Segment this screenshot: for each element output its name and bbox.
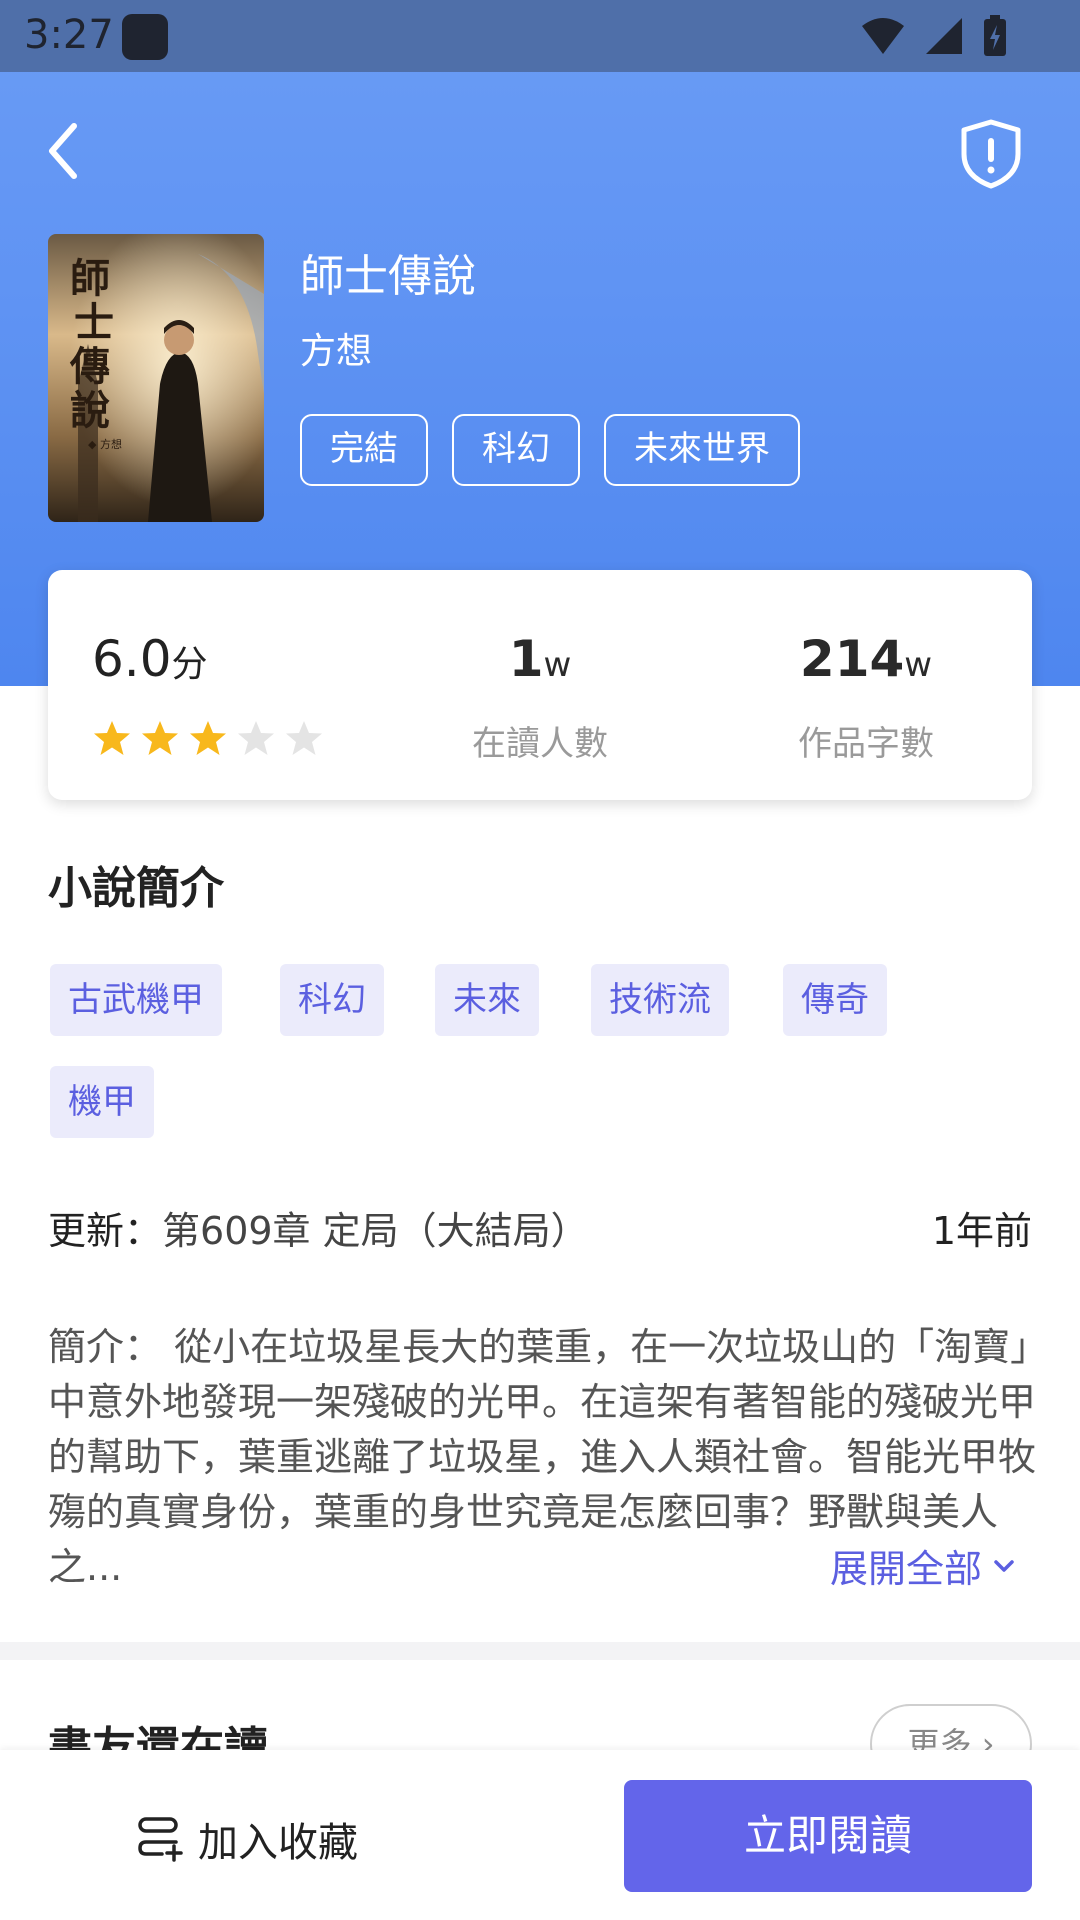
- chevron-left-icon: [49, 123, 77, 179]
- update-label: 更新：: [48, 1209, 163, 1253]
- cover-author: ◆ 方想: [88, 437, 122, 451]
- star-filled-icon: [94, 721, 130, 755]
- wifi-icon: [862, 18, 904, 54]
- status-icons: [860, 14, 1008, 58]
- status-time: 3:27: [24, 12, 114, 58]
- rating-score-value: 6.0: [92, 630, 172, 688]
- rating-score-unit: 分: [171, 644, 208, 685]
- readers-unit: w: [543, 645, 572, 685]
- stats-card: 6.0分 1w 在讀人數 214w 作品字數: [48, 570, 1032, 800]
- star-filled-icon: [142, 721, 178, 755]
- shield-alert-icon: [961, 119, 1021, 189]
- book-cover-art: 師 士 傳 說 ◆ 方想: [48, 234, 264, 522]
- tag-subgenre[interactable]: 未來世界: [604, 414, 800, 486]
- bottom-action-bar: 加入收藏 立即閱讀: [0, 1750, 1080, 1920]
- signal-icon: [926, 18, 962, 54]
- tag-genre[interactable]: 科幻: [452, 414, 580, 486]
- word-count-value: 214: [799, 630, 905, 688]
- keyword-tag[interactable]: 傳奇: [783, 964, 887, 1036]
- cover-title-char-4: 說: [70, 387, 110, 434]
- status-bar: 3:27: [0, 0, 1080, 72]
- update-time: 1年前: [931, 1209, 1032, 1253]
- word-count: 214w: [716, 630, 1016, 688]
- book-cover[interactable]: 師 士 傳 說 ◆ 方想: [48, 234, 264, 522]
- rating-score: 6.0分: [92, 630, 208, 688]
- readers-count: 1w: [390, 630, 690, 688]
- keyword-tag[interactable]: 技術流: [591, 964, 729, 1036]
- notification-app-icon: [122, 14, 168, 60]
- latest-chapter: 第609章 定局（大結局）: [162, 1209, 589, 1253]
- keyword-tag[interactable]: 科幻: [280, 964, 384, 1036]
- readers-value: 1: [508, 630, 544, 688]
- readers-stat: 1w 在讀人數: [390, 630, 690, 765]
- keyword-tag[interactable]: 古武機甲: [50, 964, 222, 1036]
- star-filled-icon: [190, 721, 226, 755]
- intro-section-title: 小說簡介: [48, 863, 224, 914]
- book-author[interactable]: 方想: [300, 322, 372, 374]
- star-empty-icon: [238, 721, 274, 755]
- chevron-down-icon: [994, 1559, 1014, 1572]
- section-divider: [0, 1642, 1080, 1660]
- back-button[interactable]: [36, 116, 96, 186]
- tag-status[interactable]: 完結: [300, 414, 428, 486]
- cover-title-char-1: 師: [70, 255, 110, 302]
- read-now-button[interactable]: 立即閱讀: [624, 1780, 1032, 1892]
- battery-icon: [984, 15, 1006, 56]
- rating-stars: [92, 718, 324, 758]
- keyword-tag[interactable]: 機甲: [50, 1066, 154, 1138]
- word-count-label: 作品字數: [798, 724, 934, 764]
- readers-label: 在讀人數: [472, 724, 608, 764]
- word-count-unit: w: [904, 645, 933, 685]
- cover-title-char-3: 傳: [69, 343, 110, 390]
- expand-label: 展開全部: [830, 1547, 983, 1591]
- expand-synopsis-button[interactable]: 展開全部: [820, 1538, 1019, 1593]
- report-button[interactable]: [956, 116, 1026, 192]
- keyword-tag[interactable]: 未來: [435, 964, 539, 1036]
- latest-update-row[interactable]: 更新：第609章 定局（大結局） 1年前: [48, 1200, 1032, 1260]
- book-category-tags: 完結 科幻 未來世界: [300, 414, 800, 486]
- star-empty-icon: [286, 721, 322, 755]
- cover-title-char-2: 士: [74, 299, 114, 346]
- add-to-favorites-label: 加入收藏: [198, 1820, 358, 1866]
- add-to-favorites-button[interactable]: 加入收藏: [136, 1810, 358, 1868]
- word-count-stat: 214w 作品字數: [716, 630, 1016, 765]
- book-title: 師士傳說: [300, 251, 476, 302]
- bookshelf-add-icon: [138, 1817, 183, 1862]
